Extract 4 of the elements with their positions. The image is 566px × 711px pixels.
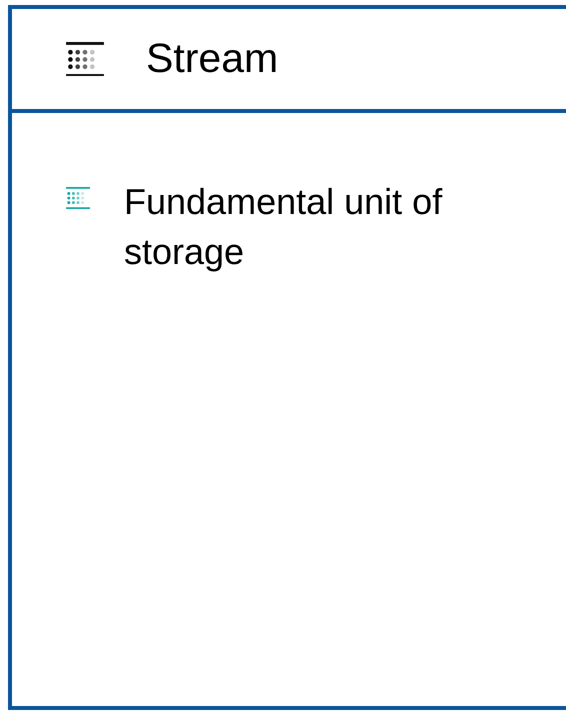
- grid-icon: [66, 42, 104, 76]
- card-title: Stream: [146, 34, 278, 84]
- grid-icon: [66, 187, 90, 210]
- item-text: Fundamental unit of storage: [124, 180, 444, 274]
